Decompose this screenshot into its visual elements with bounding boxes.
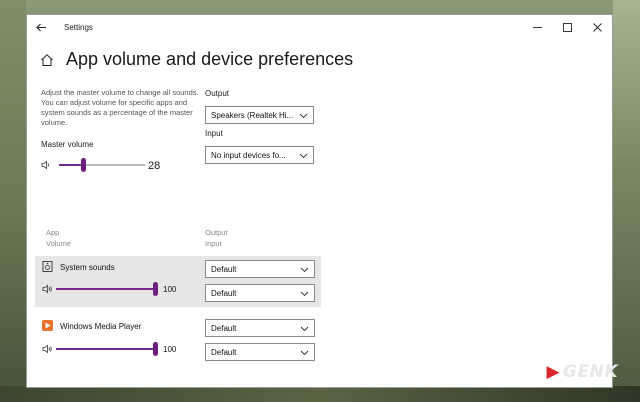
column-header-volume: Volume (46, 239, 72, 248)
chevron-down-icon (300, 350, 309, 356)
chevron-down-icon (299, 153, 308, 159)
input-device-value: No input devices fo... (211, 150, 286, 160)
column-header-input: Input (205, 239, 222, 248)
app-volume-fill (56, 348, 155, 350)
master-volume-value: 28 (148, 160, 161, 172)
settings-window: Settings App volume and device preferenc… (26, 14, 613, 388)
page-title: App volume and device preferences (66, 49, 354, 69)
app-input-dropdown[interactable]: Default (205, 284, 315, 302)
output-label: Output (205, 89, 230, 98)
speaker-icon (42, 344, 52, 354)
input-label: Input (205, 129, 223, 138)
desktop-background-left (0, 0, 26, 402)
app-volume-thumb[interactable] (153, 342, 158, 356)
master-volume-description: Adjust the master volume to change all s… (41, 88, 199, 127)
app-input-dropdown[interactable]: Default (205, 343, 315, 361)
column-header-app: App (46, 228, 60, 237)
speaker-icon (41, 160, 49, 170)
app-volume-thumb[interactable] (153, 282, 158, 296)
input-device-dropdown[interactable]: No input devices fo... (205, 146, 314, 164)
app-volume-fill (56, 288, 155, 290)
app-output-value: Default (211, 323, 237, 333)
back-arrow-icon (35, 23, 46, 31)
window-controls (522, 15, 612, 39)
genk-watermark-logo: ▶ GENK (546, 362, 618, 382)
speaker-box-icon (42, 261, 53, 272)
app-name: System sounds (60, 263, 115, 272)
page-header: App volume and device preferences (40, 49, 353, 70)
chevron-down-icon (300, 326, 309, 332)
minimize-button[interactable] (522, 15, 552, 39)
chevron-down-icon (300, 291, 309, 297)
app-volume-slider[interactable] (42, 281, 162, 297)
app-volume-value: 100 (163, 285, 177, 294)
app-volume-slider[interactable] (42, 341, 162, 357)
speaker-icon (42, 284, 52, 294)
close-button[interactable] (582, 15, 612, 39)
app-output-dropdown[interactable]: Default (205, 319, 315, 337)
maximize-button[interactable] (552, 15, 582, 39)
chevron-down-icon (300, 267, 309, 273)
master-volume-fill (59, 164, 83, 166)
home-icon[interactable] (40, 53, 54, 67)
chevron-down-icon (299, 113, 308, 119)
app-output-value: Default (211, 264, 237, 274)
minimize-icon (532, 26, 542, 28)
desktop-background-bottom (0, 386, 640, 402)
master-volume-label: Master volume (41, 140, 94, 149)
output-device-value: Speakers (Realtek Hi... (211, 110, 294, 120)
app-volume-value: 100 (163, 345, 177, 354)
master-volume-thumb[interactable] (81, 158, 86, 172)
genk-watermark-text: GENK (563, 362, 618, 382)
desktop-background-right (613, 0, 640, 402)
app-input-value: Default (211, 288, 237, 298)
media-player-icon (42, 320, 53, 331)
app-title: Settings (64, 22, 93, 32)
app-input-value: Default (211, 347, 237, 357)
app-name: Windows Media Player (60, 322, 142, 331)
app-output-dropdown[interactable]: Default (205, 260, 315, 278)
title-bar: Settings (27, 15, 612, 39)
close-icon (592, 22, 602, 32)
maximize-icon (562, 22, 572, 32)
output-device-dropdown[interactable]: Speakers (Realtek Hi... (205, 106, 314, 124)
back-button[interactable] (27, 15, 55, 39)
column-header-output: Output (205, 228, 228, 237)
